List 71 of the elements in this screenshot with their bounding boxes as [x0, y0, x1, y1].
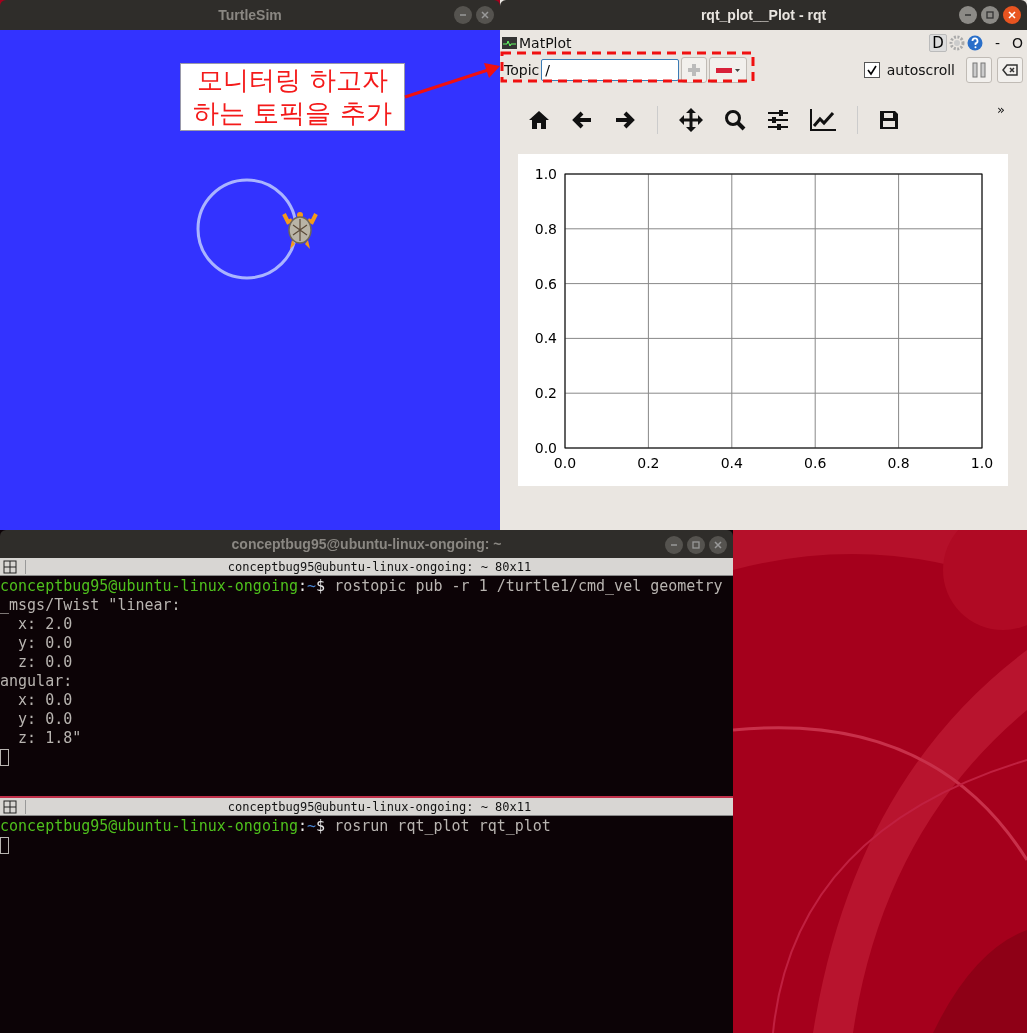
layout-icon[interactable]: [3, 799, 17, 814]
dock-control[interactable]: -: [994, 35, 1000, 51]
plugin-title: MatPlot: [519, 35, 572, 51]
window-title: conceptbug95@ubuntu-linux-ongoing: ~: [231, 536, 502, 552]
dock-control[interactable]: O: [1011, 35, 1023, 51]
home-icon[interactable]: [528, 110, 550, 130]
x-tick-label: 0.4: [720, 455, 743, 471]
x-tick-label: 0.2: [637, 455, 660, 471]
output-line: y: 0.0: [17, 634, 74, 653]
search-icon[interactable]: [724, 109, 746, 131]
close-icon: [480, 10, 490, 20]
annotation-label: 모니터링 하고자 하는 토픽을 추가: [180, 63, 405, 131]
pause-icon: [972, 62, 986, 78]
close-button[interactable]: [1003, 6, 1021, 24]
output-line: x: 2.0: [17, 615, 74, 634]
square-icon: [985, 10, 995, 20]
dock-button[interactable]: D: [929, 34, 947, 52]
cursor: [0, 749, 9, 766]
output-line: x: 0.0: [17, 691, 74, 710]
maximize-button[interactable]: [687, 536, 705, 554]
x-tick-label: 0.6: [804, 455, 827, 471]
cursor: [0, 837, 9, 854]
y-tick-label: 0.0: [534, 440, 557, 456]
minimize-button[interactable]: [665, 536, 683, 554]
output-line: y: 0.0: [17, 710, 74, 729]
maximize-button[interactable]: [981, 6, 999, 24]
y-tick-label: 0.4: [534, 330, 557, 347]
help-icon[interactable]: [966, 35, 983, 51]
plot-icon: [502, 37, 517, 49]
sliders-icon[interactable]: [767, 110, 789, 130]
add-button[interactable]: [681, 57, 708, 83]
save-icon[interactable]: [879, 110, 899, 130]
square-icon: [691, 540, 701, 550]
minus-caret-icon: [715, 65, 742, 75]
minimize-button[interactable]: [959, 6, 977, 24]
clear-icon: [1002, 64, 1018, 76]
y-tick-label: 0.2: [534, 385, 557, 402]
forward-icon[interactable]: [614, 110, 636, 130]
topic-input[interactable]: /: [541, 59, 680, 81]
line-chart-icon[interactable]: [810, 109, 836, 131]
autoscroll-label: autoscroll: [886, 62, 955, 78]
move-icon[interactable]: [679, 108, 703, 132]
pane-title: conceptbug95@ubuntu-linux-ongoing: ~ 80x11: [25, 559, 733, 574]
command-text: rosrun rqt_plot rqt_plot: [334, 817, 551, 835]
close-icon: [713, 540, 723, 550]
x-tick-label: 0.0: [553, 455, 577, 471]
output-line: z: 1.8": [17, 729, 83, 748]
y-tick-label: 1.0: [534, 166, 557, 182]
layout-icon[interactable]: [3, 559, 17, 574]
y-tick-label: 0.8: [534, 220, 557, 237]
window-title: TurtleSim: [218, 7, 282, 23]
minimize-button[interactable]: [454, 6, 472, 24]
clear-button[interactable]: [997, 57, 1023, 83]
y-tick-label: 0.6: [534, 275, 557, 292]
autoscroll-checkbox[interactable]: [863, 62, 880, 78]
output-line: _msgs/Twist "linear:: [0, 596, 182, 615]
x-tick-label: 0.8: [887, 455, 910, 471]
command-text: rostopic pub -r 1 /turtle1/cmd_vel geometry: [334, 577, 723, 595]
output-line: z: 0.0: [17, 653, 74, 672]
plus-icon: [686, 62, 703, 78]
topic-label: Topic: [504, 62, 540, 78]
back-icon[interactable]: [571, 110, 593, 130]
x-tick-label: 1.0: [970, 455, 994, 471]
window-title: rqt_plot__Plot - rqt: [700, 7, 827, 23]
prompt: conceptbug95@ubuntu-linux-ongoing:~$: [0, 817, 326, 835]
prompt: conceptbug95@ubuntu-linux-ongoing:~$: [0, 577, 326, 595]
pane-title: conceptbug95@ubuntu-linux-ongoing: ~ 80x11: [25, 799, 733, 814]
overflow-button[interactable]: »: [997, 102, 1005, 117]
close-icon: [1007, 10, 1017, 20]
output-line: angular:: [0, 672, 74, 691]
remove-button[interactable]: [709, 57, 748, 83]
